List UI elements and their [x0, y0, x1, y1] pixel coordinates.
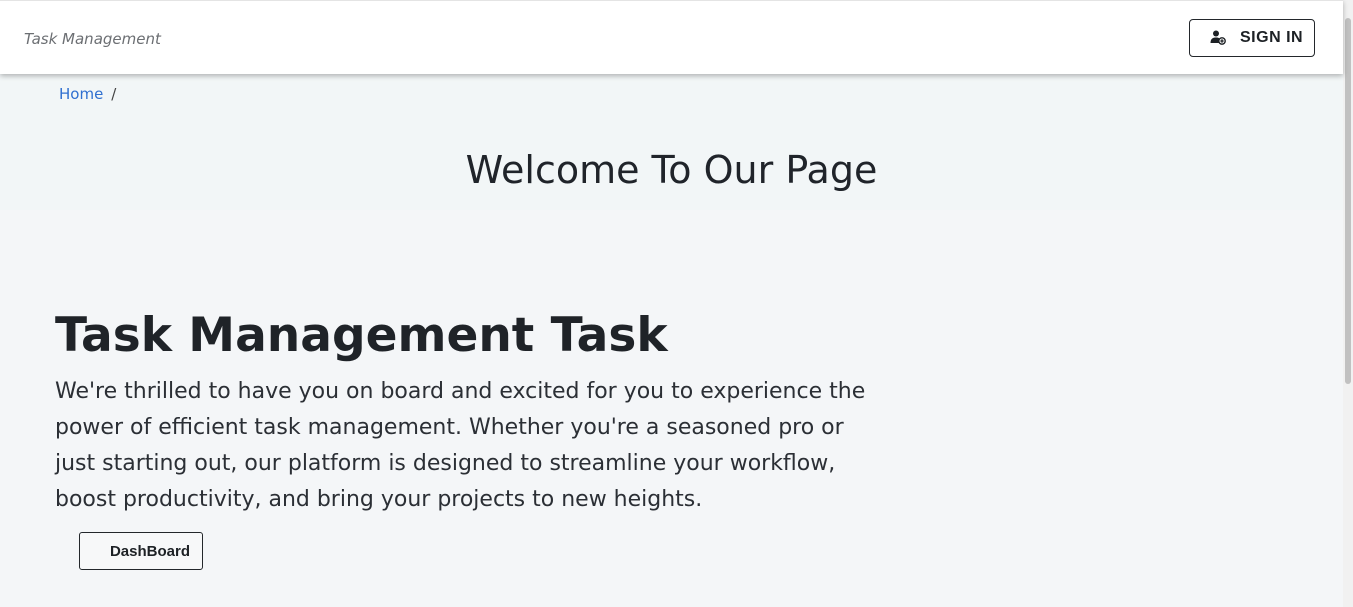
breadcrumb-separator: / [111, 85, 117, 103]
section-heading: Task Management Task [55, 308, 668, 363]
sign-in-label: SIGN IN [1240, 29, 1304, 46]
vertical-scrollbar[interactable] [1343, 0, 1353, 607]
dashboard-button[interactable]: DashBoard [79, 532, 203, 570]
scrollbar-thumb[interactable] [1345, 18, 1351, 384]
sign-in-button[interactable]: SIGN IN [1189, 19, 1315, 57]
brand-title[interactable]: Task Management [24, 30, 161, 48]
user-add-icon [1210, 29, 1226, 48]
breadcrumb: Home / [59, 85, 116, 103]
navbar: Task Management SIGN IN [0, 0, 1343, 74]
page-title: Welcome To Our Page [465, 148, 878, 192]
intro-paragraph: We're thrilled to have you on board and … [55, 379, 866, 512]
breadcrumb-home-link[interactable]: Home [59, 85, 103, 103]
